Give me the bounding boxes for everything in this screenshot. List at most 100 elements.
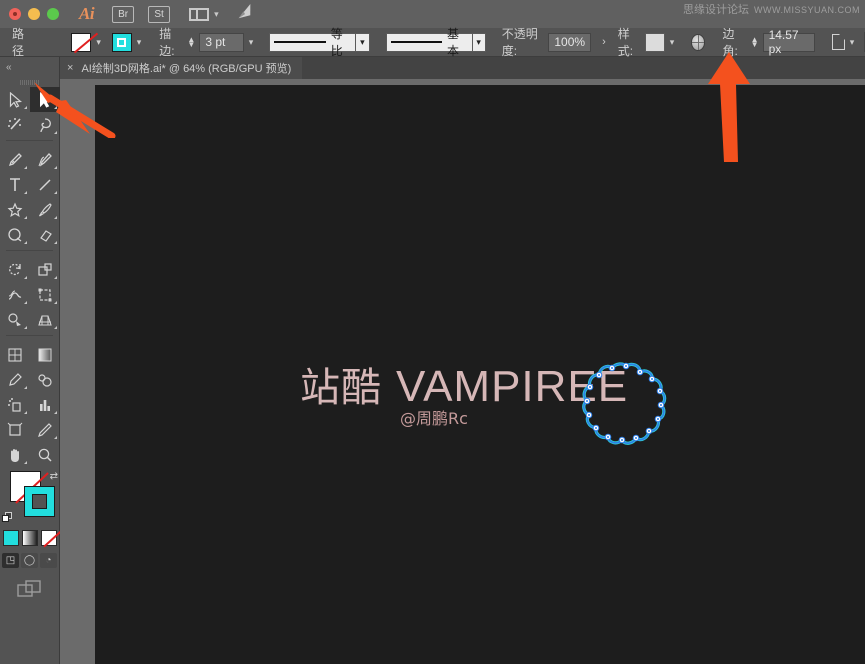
- stroke-weight-stepper[interactable]: ▲ ▼: [187, 36, 195, 49]
- width-profile-select[interactable]: 等比: [269, 27, 357, 58]
- mesh-tool[interactable]: [0, 342, 30, 367]
- width-profile-dropdown-icon[interactable]: ▾: [356, 32, 370, 52]
- tool-flyout-indicator: [24, 166, 27, 169]
- illustrator-window: Ai Br St ▾ 思缘设计论坛 WWW.MISSYUAN.COM 路径 ▾ …: [0, 0, 865, 664]
- selection-tool[interactable]: [30, 87, 60, 112]
- shaper-tool[interactable]: [0, 222, 30, 247]
- eyedropper-tool[interactable]: [0, 367, 30, 392]
- shape-builder-tool[interactable]: [0, 307, 30, 332]
- document-setup-dropdown-icon[interactable]: ▾: [850, 37, 855, 48]
- direct-selection-tool[interactable]: [0, 87, 30, 112]
- change-screen-mode-icon[interactable]: [0, 580, 59, 598]
- bridge-icon[interactable]: Br: [112, 5, 135, 23]
- hand-icon: [11, 448, 19, 462]
- panel-stroke-swatch[interactable]: [24, 486, 55, 517]
- close-window-button[interactable]: [9, 8, 21, 20]
- brush-definition-dropdown-icon[interactable]: ▾: [472, 32, 486, 52]
- tool-flyout-indicator: [54, 216, 57, 219]
- gradient-mode-button[interactable]: [21, 530, 38, 546]
- zoom-window-button[interactable]: [47, 8, 59, 20]
- close-icon[interactable]: ×: [67, 62, 73, 74]
- zoom-magnifier-icon: [38, 448, 52, 462]
- line-segment-tool[interactable]: [30, 172, 60, 197]
- slice-tool[interactable]: [30, 417, 60, 442]
- pen-nib-icon: [8, 152, 22, 166]
- corner-radius-value[interactable]: 14.57 px: [762, 28, 816, 56]
- stock-icon[interactable]: St: [148, 5, 171, 23]
- lasso-tool[interactable]: [30, 112, 60, 137]
- tool-flyout-indicator: [54, 131, 57, 134]
- paintbrush-tool[interactable]: [30, 197, 60, 222]
- stroke-weight-dropdown-icon[interactable]: ▾: [249, 37, 254, 48]
- mesh-icon: [8, 347, 22, 362]
- tool-flyout-indicator: [24, 276, 27, 279]
- opacity-label: 不透明度:: [501, 27, 538, 58]
- default-fill-stroke-icon[interactable]: [2, 512, 13, 523]
- curvature-tool[interactable]: [30, 147, 60, 172]
- column-graph-tool[interactable]: [30, 392, 60, 417]
- scalloped-circle-path[interactable]: [578, 358, 674, 461]
- brush-preview: [390, 41, 442, 43]
- arrange-documents-button[interactable]: ▾: [189, 7, 219, 21]
- gradient-tool[interactable]: [30, 342, 60, 367]
- pen-tool[interactable]: [0, 147, 30, 172]
- free-transform-tool[interactable]: [30, 282, 60, 307]
- fill-swatch[interactable]: [71, 32, 92, 52]
- graphic-style-swatch[interactable]: [644, 32, 665, 52]
- minimize-window-button[interactable]: [28, 8, 40, 20]
- swap-fill-stroke-icon[interactable]: ⇄: [50, 471, 58, 482]
- stroke-swatch[interactable]: [111, 32, 132, 52]
- artboard[interactable]: 站酷 VAMPIREE @周鹏Rc: [95, 85, 865, 664]
- stroke-weight-value[interactable]: 3 pt: [199, 32, 244, 52]
- type-tool[interactable]: [0, 172, 30, 197]
- watermark-url: WWW.MISSYUAN.COM: [754, 5, 860, 15]
- tool-flyout-indicator: [54, 166, 57, 169]
- more-options-chevron[interactable]: ›: [602, 36, 606, 48]
- normal-screen-mode-button[interactable]: ◳: [2, 553, 19, 568]
- tool-flyout-indicator: [24, 241, 27, 244]
- magic-wand-tool[interactable]: [0, 112, 30, 137]
- style-label: 样式:: [617, 27, 634, 58]
- symbol-sprayer-tool[interactable]: [0, 392, 30, 417]
- style-dropdown-icon[interactable]: ▾: [670, 37, 675, 48]
- brush-definition-select[interactable]: 基本: [385, 27, 473, 58]
- tool-flyout-indicator: [24, 216, 27, 219]
- canvas-area[interactable]: 站酷 VAMPIREE @周鹏Rc: [60, 79, 865, 664]
- none-mode-button[interactable]: [40, 530, 57, 546]
- rotate-tool[interactable]: [0, 257, 30, 282]
- tools-panel-header[interactable]: «: [0, 57, 59, 78]
- tool-divider-3: [0, 335, 59, 342]
- tool-flyout-indicator: [54, 411, 57, 414]
- shape-builder-icon: [8, 312, 21, 326]
- rocket-icon[interactable]: [235, 3, 255, 26]
- lasso-icon: [40, 117, 51, 132]
- fullscreen-menubar-mode-button[interactable]: ◯: [21, 553, 38, 568]
- perspective-grid-tool[interactable]: [30, 307, 60, 332]
- tool-grid: [0, 87, 60, 137]
- zoom-tool[interactable]: [30, 442, 60, 467]
- corner-radius-label: 边角:: [722, 27, 738, 58]
- fill-dropdown-icon[interactable]: ▾: [96, 37, 101, 48]
- color-mode-button[interactable]: [2, 530, 19, 546]
- tools-panel-grip[interactable]: [0, 78, 59, 87]
- blend-tool[interactable]: [30, 367, 60, 392]
- hand-tool[interactable]: [0, 442, 30, 467]
- collapse-panel-icon[interactable]: «: [6, 62, 12, 73]
- corner-radius-stepper[interactable]: ▲ ▼: [751, 36, 759, 49]
- width-tool[interactable]: [0, 282, 30, 307]
- stroke-dropdown-icon[interactable]: ▾: [137, 37, 142, 48]
- eraser-tool[interactable]: [30, 222, 60, 247]
- scale-tool[interactable]: [30, 257, 60, 282]
- artwork-subtitle[interactable]: @周鹏Rc: [400, 405, 468, 429]
- bar-chart-icon: [40, 399, 50, 411]
- tool-flyout-indicator: [54, 276, 57, 279]
- shape-tool[interactable]: [0, 197, 30, 222]
- tool-flyout-indicator: [54, 436, 57, 439]
- artboard-tool[interactable]: [0, 417, 30, 442]
- document-tab[interactable]: × AI绘制3D网格.ai* @ 64% (RGB/GPU 预览): [60, 57, 303, 79]
- fullscreen-mode-button[interactable]: ◔: [40, 553, 57, 568]
- document-setup-icon[interactable]: [832, 34, 845, 50]
- tools-panel: « ⇄ ◳ ◯ ◔: [0, 57, 60, 664]
- recolor-artwork-icon[interactable]: [691, 33, 706, 51]
- opacity-value[interactable]: 100%: [548, 32, 592, 52]
